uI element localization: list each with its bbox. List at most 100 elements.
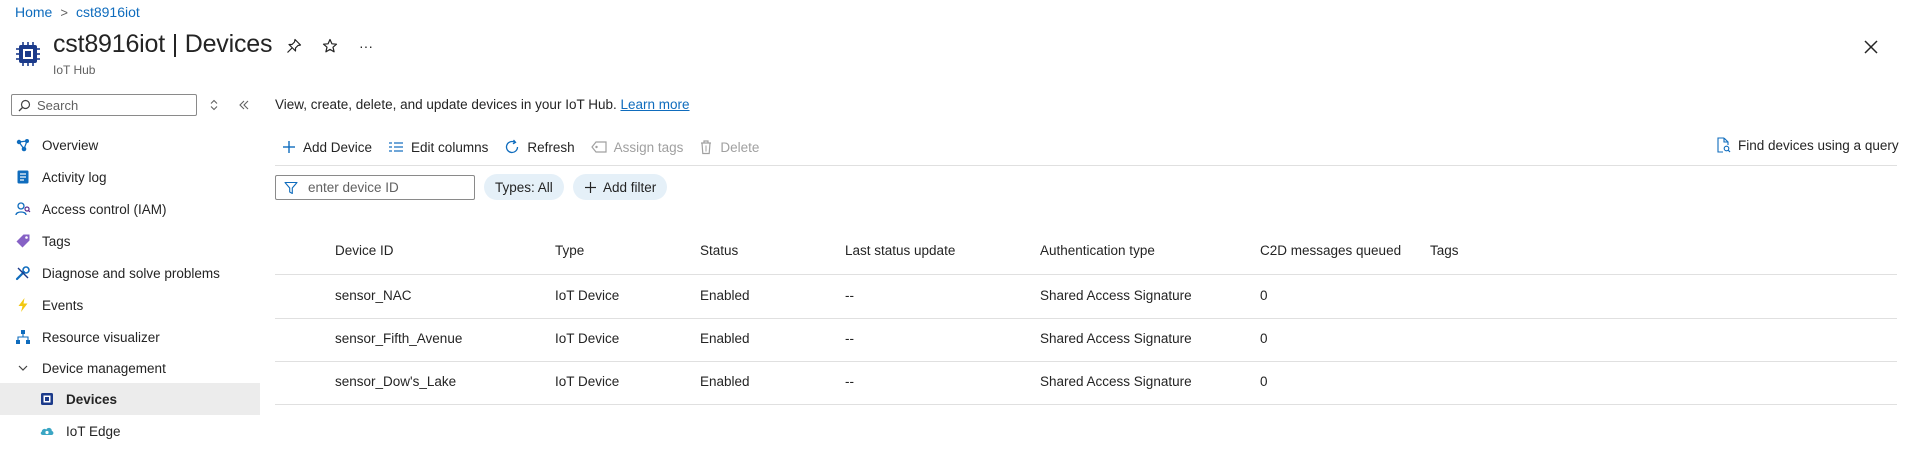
- visualizer-icon: [14, 328, 32, 346]
- columns-icon: [388, 141, 404, 153]
- cloud-icon: [38, 422, 56, 440]
- sidebar-item-access-control[interactable]: Access control (IAM): [0, 193, 260, 225]
- device-id-link[interactable]: sensor_Dow's_Lake: [335, 374, 456, 389]
- refresh-button[interactable]: Refresh: [504, 137, 575, 157]
- plus-icon: [584, 181, 597, 194]
- overview-icon: [14, 136, 32, 154]
- find-devices-query-button[interactable]: Find devices using a query: [1715, 137, 1899, 153]
- c2d-count-cell: 0: [1260, 331, 1268, 346]
- search-icon: [18, 99, 31, 112]
- device-type-cell: IoT Device: [555, 331, 620, 346]
- pin-icon[interactable]: [284, 36, 304, 56]
- status-cell: Enabled: [700, 331, 750, 346]
- types-filter-pill[interactable]: Types: All: [484, 174, 564, 200]
- table-row: sensor_Fifth_Avenue IoT Device Enabled -…: [275, 318, 1897, 362]
- auth-type-cell: Shared Access Signature: [1040, 374, 1192, 389]
- more-options-icon[interactable]: ···: [356, 36, 376, 56]
- sidebar-item-label: Devices: [66, 391, 118, 407]
- table-row: sensor_Dow's_Lake IoT Device Enabled -- …: [275, 361, 1897, 405]
- c2d-count-cell: 0: [1260, 288, 1268, 303]
- expand-collapse-icon[interactable]: [205, 96, 223, 114]
- delete-label: Delete: [720, 139, 760, 155]
- sidebar-item-label: Diagnose and solve problems: [42, 265, 220, 281]
- wrench-icon: [14, 264, 32, 282]
- delete-button[interactable]: Delete: [699, 137, 759, 157]
- sidebar-item-diagnose[interactable]: Diagnose and solve problems: [0, 257, 260, 289]
- page-title: cst8916iot | Devices: [53, 30, 273, 58]
- lightning-icon: [14, 296, 32, 314]
- column-header-device-id[interactable]: Device ID: [335, 243, 394, 258]
- status-cell: Enabled: [700, 288, 750, 303]
- edit-columns-label: Edit columns: [411, 139, 489, 155]
- refresh-label: Refresh: [527, 139, 575, 155]
- sidebar-item-label: Events: [42, 297, 84, 313]
- last-status-update-cell: --: [845, 288, 854, 303]
- last-status-update-cell: --: [845, 374, 854, 389]
- device-type-cell: IoT Device: [555, 374, 620, 389]
- column-header-c2d[interactable]: C2D messages queued: [1260, 243, 1401, 258]
- status-cell: Enabled: [700, 374, 750, 389]
- add-device-button[interactable]: Add Device: [282, 137, 372, 157]
- column-header-status[interactable]: Status: [700, 243, 738, 258]
- device-id-filter[interactable]: [275, 175, 475, 200]
- command-bar-divider: [275, 165, 1897, 166]
- device-id-link[interactable]: sensor_NAC: [335, 288, 412, 303]
- sidebar-item-label: Tags: [42, 233, 71, 249]
- edit-columns-button[interactable]: Edit columns: [388, 137, 488, 157]
- add-filter-button[interactable]: Add filter: [573, 174, 668, 200]
- sidebar-item-iot-edge[interactable]: IoT Edge: [0, 415, 260, 447]
- close-icon[interactable]: [1860, 36, 1882, 58]
- document-search-icon: [1715, 137, 1731, 153]
- iam-icon: [14, 200, 32, 218]
- breadcrumb-hub-link[interactable]: cst8916iot: [76, 4, 140, 20]
- breadcrumb-home-link[interactable]: Home: [15, 4, 52, 20]
- plus-icon: [282, 140, 296, 154]
- learn-more-link[interactable]: Learn more: [620, 97, 689, 112]
- refresh-icon: [504, 139, 520, 155]
- sidebar-item-label: Access control (IAM): [42, 201, 167, 217]
- column-header-type[interactable]: Type: [555, 243, 584, 258]
- auth-type-cell: Shared Access Signature: [1040, 331, 1192, 346]
- c2d-count-cell: 0: [1260, 374, 1268, 389]
- sidebar-nav: Overview Activity log Access control (IA…: [0, 129, 260, 447]
- sidebar-item-overview[interactable]: Overview: [0, 129, 260, 161]
- header-actions: ···: [284, 36, 376, 56]
- device-id-input[interactable]: [306, 179, 470, 196]
- page-subtitle: IoT Hub: [53, 63, 96, 77]
- assign-tags-button[interactable]: Assign tags: [590, 137, 684, 157]
- sidebar-item-devices[interactable]: Devices: [0, 383, 260, 415]
- trash-icon: [699, 139, 713, 155]
- column-header-auth-type[interactable]: Authentication type: [1040, 243, 1155, 258]
- sidebar-search-placeholder: Search: [37, 97, 79, 113]
- sidebar-item-activity-log[interactable]: Activity log: [0, 161, 260, 193]
- activity-log-icon: [14, 168, 32, 186]
- sidebar-item-tags[interactable]: Tags: [0, 225, 260, 257]
- find-devices-label: Find devices using a query: [1738, 137, 1899, 153]
- auth-type-cell: Shared Access Signature: [1040, 288, 1192, 303]
- filter-icon: [276, 181, 306, 195]
- breadcrumb: Home > cst8916iot: [15, 4, 140, 20]
- breadcrumb-chevron-icon: >: [60, 4, 68, 20]
- collapse-sidebar-icon[interactable]: [235, 96, 253, 114]
- sidebar-item-label: IoT Edge: [66, 423, 121, 439]
- column-header-last-status-update[interactable]: Last status update: [845, 243, 955, 258]
- sidebar-group-device-management[interactable]: Device management: [0, 353, 260, 383]
- chip-icon: [38, 390, 56, 408]
- favorite-star-icon[interactable]: [320, 36, 340, 56]
- sidebar-item-events[interactable]: Events: [0, 289, 260, 321]
- sidebar-search-input[interactable]: Search: [11, 94, 197, 116]
- table-row: sensor_NAC IoT Device Enabled -- Shared …: [275, 275, 1897, 319]
- chevron-down-icon: [14, 359, 32, 377]
- sidebar-item-label: Device management: [42, 360, 166, 376]
- device-id-link[interactable]: sensor_Fifth_Avenue: [335, 331, 462, 346]
- tag-outline-icon: [590, 140, 607, 154]
- assign-tags-label: Assign tags: [613, 139, 684, 155]
- sidebar-item-label: Activity log: [42, 169, 107, 185]
- column-header-tags[interactable]: Tags: [1430, 243, 1459, 258]
- sidebar-item-resource-visualizer[interactable]: Resource visualizer: [0, 321, 260, 353]
- add-filter-label: Add filter: [603, 179, 657, 195]
- description-text: View, create, delete, and update devices…: [275, 97, 617, 112]
- command-bar: Add Device Edit columns Refresh Assign t…: [282, 137, 775, 157]
- last-status-update-cell: --: [845, 331, 854, 346]
- sidebar-item-label: Resource visualizer: [42, 329, 160, 345]
